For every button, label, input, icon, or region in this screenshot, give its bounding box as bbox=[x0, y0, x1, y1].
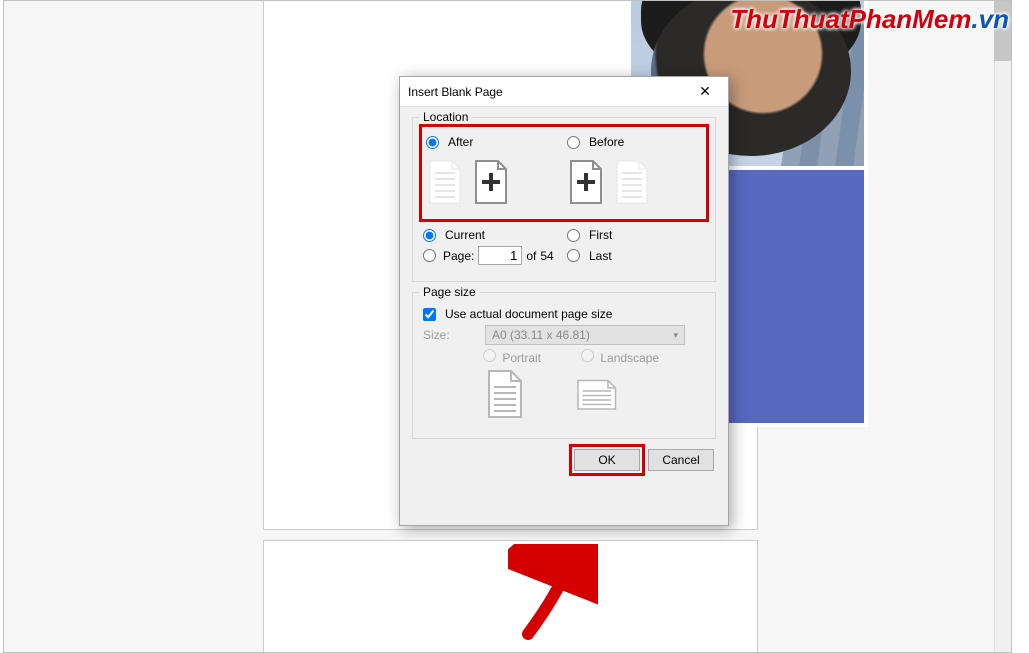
radio-current-input[interactable] bbox=[423, 229, 436, 242]
radio-first[interactable]: First bbox=[567, 228, 705, 242]
dialog-title: Insert Blank Page bbox=[408, 85, 690, 99]
radio-portrait-label: Portrait bbox=[502, 351, 541, 365]
landscape-icon bbox=[575, 369, 617, 422]
radio-page[interactable]: Page: of 54 bbox=[423, 246, 561, 265]
radio-before[interactable]: Before bbox=[567, 135, 702, 149]
radio-after[interactable]: After bbox=[426, 135, 561, 149]
dialog-titlebar[interactable]: Insert Blank Page ✕ bbox=[400, 77, 728, 107]
watermark-suffix: .vn bbox=[971, 4, 1009, 34]
highlight-location-box: After Before bbox=[419, 124, 709, 222]
radio-before-input[interactable] bbox=[567, 136, 580, 149]
dialog-buttons: OK Cancel bbox=[400, 439, 728, 481]
close-icon[interactable]: ✕ bbox=[690, 83, 720, 100]
radio-before-label: Before bbox=[589, 135, 624, 149]
checkbox-use-actual[interactable]: Use actual document page size bbox=[423, 307, 705, 321]
size-combobox[interactable]: A0 (33.11 x 46.81) ▾ bbox=[485, 325, 685, 345]
watermark-main: ThuThuatPhanMem bbox=[730, 4, 971, 34]
radio-after-input[interactable] bbox=[426, 136, 439, 149]
radio-landscape-label: Landscape bbox=[600, 351, 659, 365]
page-plus-icon bbox=[472, 159, 510, 205]
checkbox-use-actual-label: Use actual document page size bbox=[445, 307, 612, 321]
radio-portrait: Portrait bbox=[483, 349, 541, 365]
radio-first-label: First bbox=[589, 228, 612, 242]
radio-last-input[interactable] bbox=[567, 249, 580, 262]
ok-button[interactable]: OK bbox=[574, 449, 640, 471]
annotation-arrow-icon bbox=[508, 544, 598, 644]
before-illustration bbox=[567, 159, 702, 205]
page-number-input[interactable] bbox=[478, 246, 522, 265]
location-legend: Location bbox=[419, 110, 472, 124]
page-plus-icon bbox=[567, 159, 605, 205]
radio-current-label: Current bbox=[445, 228, 485, 242]
radio-landscape-input bbox=[581, 349, 594, 362]
radio-after-label: After bbox=[448, 135, 473, 149]
scrollbar-vertical[interactable] bbox=[994, 1, 1011, 652]
radio-landscape: Landscape bbox=[581, 349, 659, 365]
page-total: 54 bbox=[540, 249, 553, 263]
checkbox-use-actual-input[interactable] bbox=[423, 308, 436, 321]
pagesize-group: Page size Use actual document page size … bbox=[412, 292, 716, 439]
size-value: A0 (33.11 x 46.81) bbox=[492, 328, 590, 342]
radio-page-input[interactable] bbox=[423, 249, 436, 262]
radio-first-input[interactable] bbox=[567, 229, 580, 242]
radio-portrait-input bbox=[483, 349, 496, 362]
page-existing-icon bbox=[426, 159, 464, 205]
portrait-icon bbox=[483, 369, 525, 422]
radio-page-label: Page: bbox=[443, 249, 474, 263]
location-group: Location After Before bbox=[412, 117, 716, 282]
page-existing-icon bbox=[613, 159, 651, 205]
chevron-down-icon: ▾ bbox=[673, 330, 678, 341]
cancel-button[interactable]: Cancel bbox=[648, 449, 714, 471]
radio-last[interactable]: Last bbox=[567, 249, 705, 263]
size-label: Size: bbox=[423, 328, 479, 342]
insert-blank-page-dialog: Insert Blank Page ✕ Location After Befor… bbox=[399, 76, 729, 526]
watermark: ThuThuatPhanMem.vn bbox=[730, 4, 1009, 35]
pagesize-legend: Page size bbox=[419, 285, 480, 299]
page-of-label: of bbox=[526, 249, 536, 263]
radio-last-label: Last bbox=[589, 249, 612, 263]
after-illustration bbox=[426, 159, 561, 205]
radio-current[interactable]: Current bbox=[423, 228, 561, 242]
